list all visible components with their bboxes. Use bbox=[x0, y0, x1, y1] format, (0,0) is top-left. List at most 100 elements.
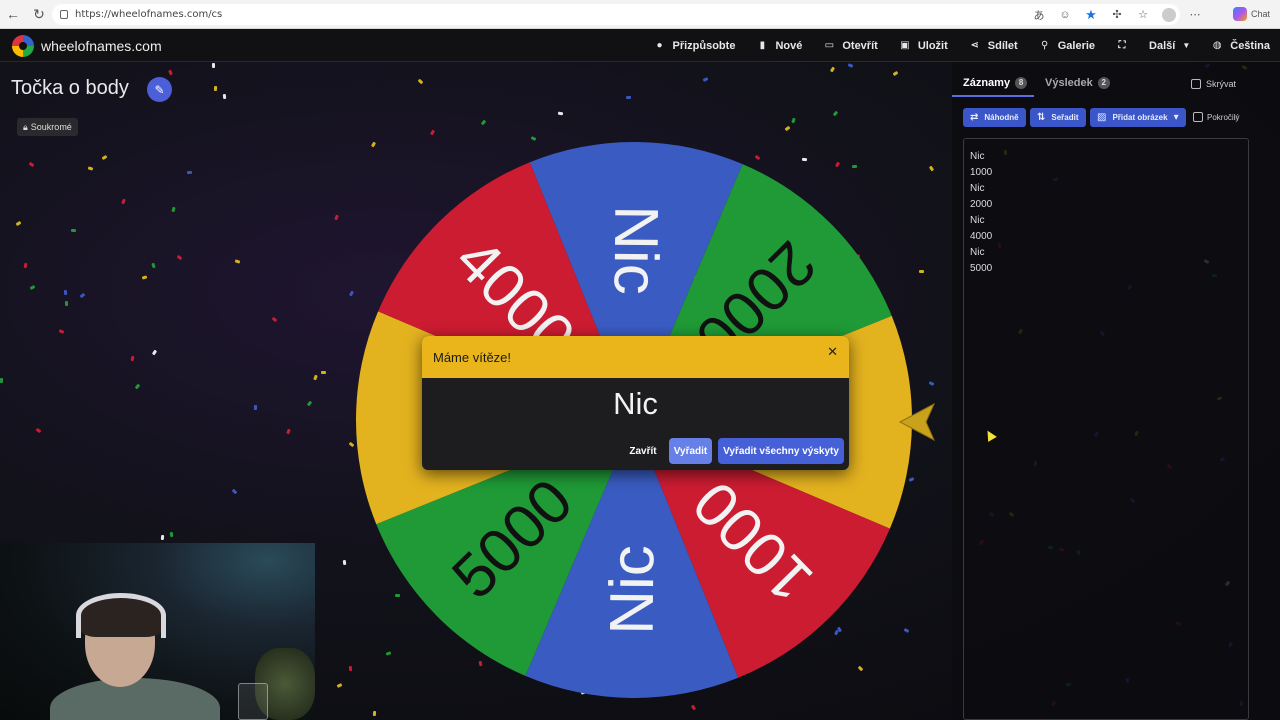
wheel-pointer-icon bbox=[898, 402, 936, 442]
browser-toolbar: ← ↻ https://wheelofnames.com/cs あ ☺ ★ ✣ … bbox=[0, 0, 1280, 29]
entries-textarea[interactable]: Nic 1000 Nic 2000 Nic 4000 Nic 5000 bbox=[963, 138, 1249, 720]
hide-checkbox[interactable]: Skrývat bbox=[1190, 79, 1236, 89]
entry-line: 2000 bbox=[970, 199, 993, 210]
nav-item-uložit[interactable]: ▣ Uložit bbox=[899, 40, 948, 52]
dialog-header: Máme vítěze! bbox=[422, 336, 849, 378]
site-title[interactable]: wheelofnames.com bbox=[41, 38, 162, 54]
favorite-star-icon[interactable]: ★ bbox=[1084, 7, 1098, 23]
entry-line: Nic bbox=[970, 183, 985, 194]
entry-line: Nic bbox=[970, 215, 985, 226]
dialog-title: Máme vítěze! bbox=[433, 349, 512, 365]
lock-icon: 🔒︎ bbox=[23, 121, 28, 132]
nav-item-label: Čeština bbox=[1230, 39, 1270, 52]
folder-icon: ▭ bbox=[824, 40, 835, 51]
confetti-piece bbox=[0, 378, 3, 383]
nav-item-otevřít[interactable]: ▭ Otevřít bbox=[823, 39, 878, 52]
remove-all-button[interactable]: Vyřadit všechny výskyty bbox=[718, 438, 844, 464]
nav-item-label: Uložit bbox=[917, 39, 948, 52]
nav-item-další[interactable]: Další ▼ bbox=[1149, 40, 1190, 52]
advanced-checkbox[interactable]: Pokročilý bbox=[1193, 112, 1239, 122]
checkbox-box[interactable] bbox=[1193, 112, 1203, 122]
add-image-label: Přidat obrázek bbox=[1112, 113, 1168, 122]
headphones-icon bbox=[76, 593, 166, 638]
nav-item-sdílet[interactable]: ⋖ Sdílet bbox=[969, 40, 1018, 52]
pencil-icon: ✎ bbox=[154, 82, 165, 97]
chat-label: Chat bbox=[1250, 9, 1270, 19]
confetti-piece bbox=[213, 85, 218, 92]
extensions-icon[interactable]: ✣ bbox=[1110, 8, 1124, 21]
nav-item-label: Otevřít bbox=[842, 39, 878, 52]
webcam-person-body bbox=[50, 678, 220, 720]
private-label: Soukromé bbox=[30, 122, 72, 132]
entry-line: Nic bbox=[970, 247, 985, 258]
confetti-piece bbox=[372, 710, 377, 717]
confetti-piece bbox=[222, 93, 227, 100]
confetti-piece bbox=[253, 404, 258, 411]
collections-icon[interactable]: ☆ bbox=[1136, 8, 1150, 21]
nav-menu: ● Přizpůsobte ▮ Nové ▭ Otevřít ▣ Uložit ⋖ Sdílet ⚲… bbox=[632, 29, 1270, 62]
page-title: Točka o body bbox=[11, 77, 129, 99]
nav-item-fullscreen[interactable]: ⛶ bbox=[1116, 40, 1128, 52]
confetti-piece bbox=[625, 95, 632, 100]
chevron-down-icon: ▼ bbox=[1182, 41, 1191, 50]
nav-item-čeština[interactable]: ◍ Čeština bbox=[1211, 40, 1270, 52]
private-badge[interactable]: 🔒︎ Soukromé bbox=[17, 118, 78, 136]
nav-item-nové[interactable]: ▮ Nové bbox=[756, 40, 803, 52]
back-icon[interactable]: ← bbox=[0, 0, 26, 29]
reload-icon[interactable]: ↻ bbox=[26, 0, 52, 29]
chat-button[interactable]: Chat bbox=[1232, 7, 1270, 21]
tab-entries-label: Záznamy bbox=[963, 77, 1011, 89]
copilot-icon bbox=[1232, 7, 1247, 21]
search-icon: ⚲ bbox=[1041, 40, 1049, 51]
reader-icon[interactable]: ☺ bbox=[1058, 9, 1072, 21]
close-icon[interactable]: ✕ bbox=[827, 344, 838, 360]
translate-icon[interactable]: あ bbox=[1032, 7, 1046, 23]
url-text: https://wheelofnames.com/cs bbox=[75, 9, 223, 20]
confetti-piece bbox=[160, 534, 165, 541]
address-bar[interactable]: https://wheelofnames.com/cs bbox=[52, 4, 1180, 25]
tab-entries[interactable]: Záznamy 8 bbox=[963, 77, 1028, 89]
add-image-button[interactable]: ▨ Přidat obrázek ▾ bbox=[1090, 108, 1186, 127]
hide-label: Skrývat bbox=[1205, 79, 1236, 89]
chevron-down-icon: ▾ bbox=[1173, 112, 1179, 123]
tab-results-count: 2 bbox=[1097, 77, 1110, 89]
wheel-logo-icon[interactable] bbox=[12, 35, 34, 57]
lock-icon bbox=[60, 10, 68, 19]
shuffle-label: Náhodně bbox=[984, 113, 1019, 122]
entry-line: 1000 bbox=[970, 167, 993, 178]
sort-button[interactable]: ⇅ Seřadit bbox=[1030, 108, 1086, 127]
shuffle-button[interactable]: ⇄ Náhodně bbox=[963, 108, 1026, 127]
wheel-segment-label: Nic bbox=[598, 545, 668, 635]
nav-item-label: Další bbox=[1149, 39, 1176, 52]
confetti-piece bbox=[320, 370, 327, 375]
nav-item-label: Sdílet bbox=[987, 39, 1018, 52]
webcam-glass bbox=[238, 683, 268, 720]
nav-item-přizpůsobte[interactable]: ● Přizpůsobte bbox=[653, 40, 735, 52]
confetti-piece bbox=[557, 111, 564, 116]
tab-entries-count: 8 bbox=[1015, 77, 1028, 89]
remove-button[interactable]: Vyřadit bbox=[669, 438, 712, 464]
confetti-piece bbox=[63, 289, 68, 296]
nav-item-label: Galerie bbox=[1057, 39, 1096, 52]
edit-title-button[interactable]: ✎ bbox=[147, 77, 172, 102]
webcam-overlay bbox=[0, 543, 315, 720]
confetti-piece bbox=[64, 300, 69, 307]
globe-icon: ◍ bbox=[1212, 40, 1222, 51]
checkbox-box[interactable] bbox=[1190, 79, 1201, 89]
advanced-label: Pokročilý bbox=[1207, 112, 1240, 122]
tab-results[interactable]: Výsledek 2 bbox=[1045, 77, 1110, 89]
confetti-piece bbox=[918, 269, 925, 274]
site-navbar: wheelofnames.com ● Přizpůsobte ▮ Nové ▭ Otevř… bbox=[0, 29, 1280, 62]
confetti-piece bbox=[348, 665, 353, 672]
active-tab-indicator bbox=[952, 95, 1034, 97]
confetti-piece bbox=[342, 559, 347, 566]
save-icon: ▣ bbox=[900, 40, 910, 51]
close-button[interactable]: Zavřít bbox=[623, 438, 663, 464]
shuffle-icon: ⇄ bbox=[970, 112, 979, 123]
image-icon: ▨ bbox=[1097, 112, 1107, 123]
nav-item-galerie[interactable]: ⚲ Galerie bbox=[1039, 40, 1095, 52]
entry-line: 4000 bbox=[970, 231, 993, 242]
more-icon[interactable]: ⋯ bbox=[1188, 8, 1202, 21]
profile-avatar[interactable] bbox=[1162, 7, 1176, 22]
share-icon: ⋖ bbox=[970, 40, 979, 51]
